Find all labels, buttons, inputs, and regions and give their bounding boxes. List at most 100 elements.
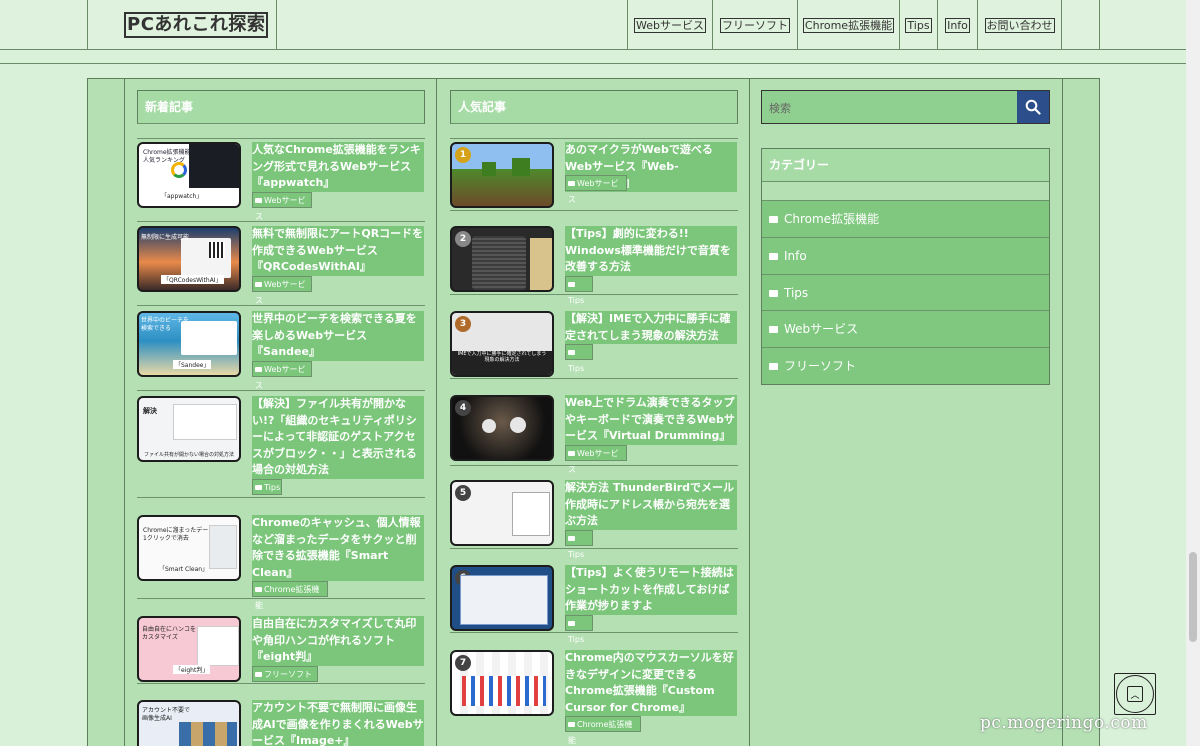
- recent-post[interactable]: 解決 ファイル共有が開かない場合の対処方法 【解決】ファイル共有が開かない!?「…: [137, 396, 427, 496]
- popular-post[interactable]: 5 解決方法 ThunderBirdでメール作成時にアドレス帳から宛先を選ぶ方法…: [450, 480, 740, 559]
- site-logo[interactable]: PCあれこれ探索: [124, 12, 269, 38]
- category-item-tips[interactable]: Tips: [762, 274, 1049, 311]
- post-title[interactable]: 人気なChrome拡張機能をランキング形式で見れるWebサービス『appwatc…: [252, 142, 424, 192]
- post-category[interactable]: Tips: [565, 615, 593, 644]
- post-category[interactable]: Tips: [565, 276, 593, 305]
- post-title[interactable]: 【Tips】よく使うリモート接続はショートカットを作成しておけば作業が捗りますよ: [565, 565, 737, 615]
- post-title[interactable]: 無料で無制限にアートQRコードを作成できるWebサービス『QRCodesWith…: [252, 226, 424, 276]
- category-item-info[interactable]: Info: [762, 237, 1049, 274]
- popular-post[interactable]: 3 IMEで入力中に勝手に確定されてしまう 現象の解決方法 【解決】IMEで入力…: [450, 311, 740, 381]
- site-header: PCあれこれ探索 Webサービス フリーソフト Chrome拡張機能 Tips …: [0, 0, 1200, 50]
- popular-post[interactable]: 7 Chrome内のマウスカーソルを好きなデザインに変更できるChrome拡張機…: [450, 650, 740, 745]
- nav-freesoft[interactable]: フリーソフト: [712, 0, 797, 50]
- column-divider: [749, 78, 750, 746]
- post-thumbnail[interactable]: 1: [450, 142, 554, 208]
- divider: [137, 683, 425, 684]
- category-item-webservice[interactable]: Webサービス: [762, 310, 1049, 347]
- search-button[interactable]: [1017, 91, 1049, 123]
- category-item-freesoft[interactable]: フリーソフト: [762, 347, 1049, 384]
- post-title[interactable]: 自由自在にカスタマイズして丸印や角印ハンコが作れるソフト『eight判』: [252, 616, 424, 666]
- divider: [450, 378, 738, 379]
- post-category[interactable]: フリーソフト: [252, 666, 318, 682]
- popular-post[interactable]: 2 【Tips】劇的に変わる!! Windows標準機能だけで音質を改善する方法…: [450, 226, 740, 305]
- post-category[interactable]: Webサービス: [565, 175, 627, 204]
- divider: [450, 548, 738, 549]
- post-category[interactable]: Tips: [252, 479, 282, 495]
- popular-post[interactable]: 4 Web上でドラム演奏できるタップやキーボードで演奏できるWebサービス『Vi…: [450, 395, 740, 474]
- popular-post[interactable]: 1 あのマイクラがWebで遊べるWebサービス『Web-Minecraft』 W…: [450, 142, 740, 212]
- post-category[interactable]: Tips: [565, 530, 593, 559]
- post-title[interactable]: 【解決】IMEで入力中に勝手に確定されてしまう現象の解決方法: [565, 311, 737, 344]
- recent-post[interactable]: Chromeに溜まったデータを 1クリックで消去 「Smart Clean」 C…: [137, 515, 427, 610]
- post-category[interactable]: Webサービス: [252, 276, 312, 305]
- nav-webservice[interactable]: Webサービス: [627, 0, 712, 50]
- search-input[interactable]: 検索: [769, 100, 791, 116]
- folder-icon: [255, 282, 262, 287]
- post-thumbnail[interactable]: 2: [450, 226, 554, 292]
- nav-tips[interactable]: Tips: [899, 0, 937, 50]
- post-title[interactable]: 解決方法 ThunderBirdでメール作成時にアドレス帳から宛先を選ぶ方法: [565, 480, 737, 530]
- search-box: 検索: [761, 90, 1050, 124]
- post-thumbnail[interactable]: 6: [450, 565, 554, 631]
- folder-icon: [568, 536, 575, 541]
- divider: [137, 497, 425, 498]
- post-category[interactable]: Chrome拡張機能: [252, 581, 328, 610]
- post-title[interactable]: Chromeのキャッシュ、個人情報など溜まったデータをサクッと削除できる拡張機能…: [252, 515, 424, 581]
- divider: [450, 210, 738, 211]
- column-divider: [1062, 78, 1063, 746]
- recent-post[interactable]: 自由自在にハンコを カスタマイズ 「eight判」 自由自在にカスタマイズして丸…: [137, 616, 427, 696]
- divider: [450, 138, 738, 139]
- post-thumbnail[interactable]: 7: [450, 650, 554, 716]
- folder-icon: [769, 363, 778, 370]
- recent-post[interactable]: 世界中のビーチを 検索できる 「Sandee」 世界中のビーチを検索できる夏を楽…: [137, 311, 427, 391]
- folder-icon: [769, 216, 778, 223]
- post-title[interactable]: アカウント不要で無制限に画像生成AIで画像を作りまくれるWebサービス『Imag…: [252, 700, 424, 746]
- nav-info[interactable]: Info: [937, 0, 977, 50]
- post-title[interactable]: Chrome内のマウスカーソルを好きなデザインに変更できるChrome拡張機能『…: [565, 650, 737, 716]
- scrollbar-thumb[interactable]: [1189, 552, 1197, 642]
- folder-icon: [568, 350, 575, 355]
- recent-post[interactable]: Chrome拡張機能 人気ランキング 「appwatch」 人気なChrome拡…: [137, 142, 427, 222]
- post-title[interactable]: 【解決】ファイル共有が開かない!?「組織のセキュリティポリシーによって非認証のゲ…: [252, 396, 424, 479]
- post-category[interactable]: Tips: [565, 344, 593, 373]
- post-thumbnail[interactable]: 4: [450, 395, 554, 461]
- recent-post[interactable]: 無制限に生成可能 「QRCodesWithAI」 無料で無制限にアートQRコード…: [137, 226, 427, 306]
- post-category[interactable]: Webサービス: [252, 361, 312, 390]
- nav-contact[interactable]: お問い合わせ: [977, 0, 1062, 50]
- folder-icon: [255, 367, 262, 372]
- recent-post[interactable]: アカウント不要で 画像生成AI アカウント不要で無制限に画像生成AIで画像を作り…: [137, 700, 427, 746]
- search-icon: [1025, 99, 1041, 115]
- post-title[interactable]: 【Tips】劇的に変わる!! Windows標準機能だけで音質を改善する方法: [565, 226, 737, 276]
- post-thumbnail[interactable]: 自由自在にハンコを カスタマイズ 「eight判」: [137, 616, 241, 682]
- column-divider: [436, 78, 437, 746]
- folder-icon: [769, 326, 778, 333]
- scrollbar[interactable]: [1186, 0, 1200, 746]
- folder-icon: [255, 672, 262, 677]
- folder-icon: [568, 181, 575, 186]
- folder-icon: [255, 485, 262, 490]
- folder-icon: [769, 290, 778, 297]
- category-item-chrome-ext[interactable]: Chrome拡張機能: [762, 200, 1049, 237]
- popular-post[interactable]: 6 【Tips】よく使うリモート接続はショートカットを作成しておけば作業が捗りま…: [450, 565, 740, 644]
- divider: [137, 221, 425, 222]
- post-thumbnail[interactable]: 5: [450, 480, 554, 546]
- post-thumbnail[interactable]: Chromeに溜まったデータを 1クリックで消去 「Smart Clean」: [137, 515, 241, 581]
- recent-posts-heading: 新着記事: [137, 90, 425, 124]
- post-title[interactable]: Web上でドラム演奏できるタップやキーボードで演奏できるWebサービス『Virt…: [565, 395, 737, 445]
- divider: [450, 632, 738, 633]
- post-title[interactable]: 世界中のビーチを検索できる夏を楽しめるWebサービス『Sandee』: [252, 311, 424, 361]
- post-thumbnail[interactable]: 無制限に生成可能 「QRCodesWithAI」: [137, 226, 241, 292]
- post-category[interactable]: Chrome拡張機能: [565, 716, 641, 745]
- post-thumbnail[interactable]: 世界中のビーチを 検索できる 「Sandee」: [137, 311, 241, 377]
- nav-chrome-ext[interactable]: Chrome拡張機能: [797, 0, 899, 50]
- post-thumbnail[interactable]: 解決 ファイル共有が開かない場合の対処方法: [137, 396, 241, 462]
- header-divider: [1099, 0, 1100, 50]
- post-category[interactable]: Webサービス: [565, 445, 627, 474]
- post-category[interactable]: Webサービス: [252, 192, 312, 221]
- back-to-top-button[interactable]: ︿: [1114, 673, 1156, 715]
- post-thumbnail[interactable]: アカウント不要で 画像生成AI: [137, 700, 241, 746]
- divider: [450, 465, 738, 466]
- folder-icon: [568, 621, 575, 626]
- post-thumbnail[interactable]: Chrome拡張機能 人気ランキング 「appwatch」: [137, 142, 241, 208]
- post-thumbnail[interactable]: 3 IMEで入力中に勝手に確定されてしまう 現象の解決方法: [450, 311, 554, 377]
